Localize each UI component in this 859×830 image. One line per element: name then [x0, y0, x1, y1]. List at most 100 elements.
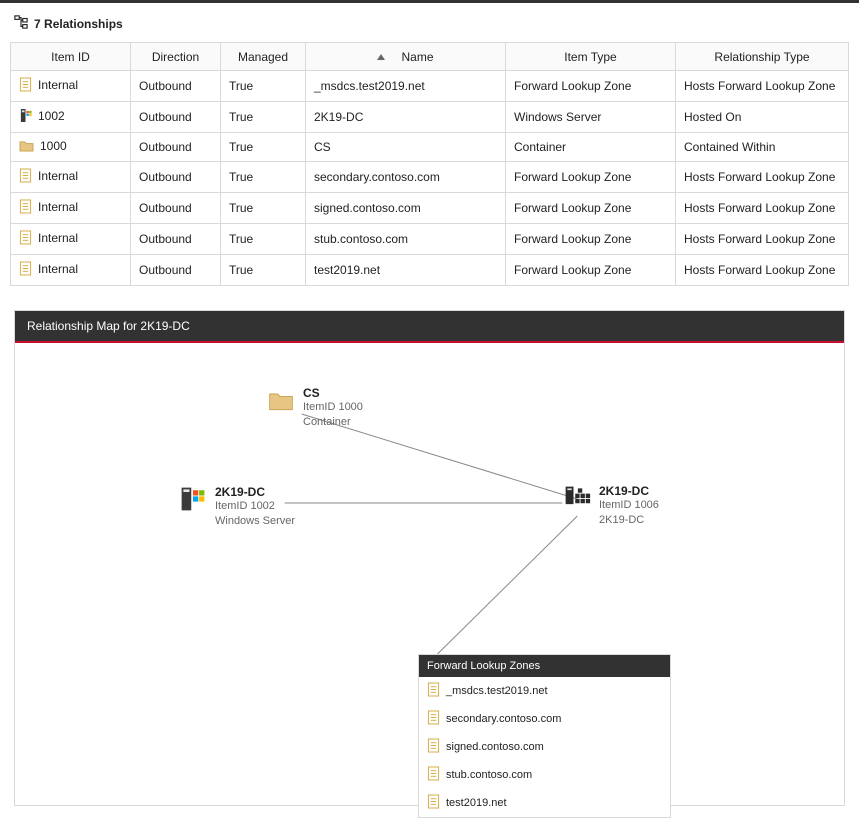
cell-item-id: Internal [38, 262, 78, 276]
folder-icon [19, 139, 34, 155]
flz-item[interactable]: stub.contoso.com [419, 761, 670, 789]
sort-asc-icon [377, 54, 385, 60]
document-icon [427, 682, 440, 700]
windows-server-icon [179, 485, 207, 513]
document-icon [19, 261, 32, 279]
cell-relationship-type: Hosts Forward Lookup Zone [676, 193, 849, 224]
cell-relationship-type: Hosted On [676, 102, 849, 133]
node-cs-title: CS [303, 386, 363, 400]
col-item-id[interactable]: Item ID [11, 43, 131, 71]
flz-item[interactable]: _msdcs.test2019.net [419, 677, 670, 705]
node-server[interactable]: 2K19-DC ItemID 1002 Windows Server [179, 485, 295, 529]
table-row[interactable]: Internal OutboundTruesigned.contoso.comFo… [11, 193, 849, 224]
table-row[interactable]: Internal OutboundTruesecondary.contoso.co… [11, 162, 849, 193]
document-icon [19, 168, 32, 186]
cell-relationship-type: Hosts Forward Lookup Zone [676, 224, 849, 255]
cell-relationship-type: Hosts Forward Lookup Zone [676, 71, 849, 102]
node-center-line2: 2K19-DC [599, 513, 659, 528]
cell-direction: Outbound [131, 224, 221, 255]
node-center-line1: ItemID 1006 [599, 498, 659, 513]
flz-item[interactable]: secondary.contoso.com [419, 705, 670, 733]
document-icon [427, 738, 440, 756]
relationship-map-panel: Relationship Map for 2K19-DC CS ItemID 1… [14, 310, 845, 806]
cell-item-type: Forward Lookup Zone [506, 71, 676, 102]
relationship-map-title: Relationship Map for 2K19-DC [15, 311, 844, 343]
cell-direction: Outbound [131, 255, 221, 286]
cell-relationship-type: Contained Within [676, 133, 849, 162]
server-icon [19, 108, 32, 126]
node-server-line1: ItemID 1002 [215, 499, 295, 514]
node-cs[interactable]: CS ItemID 1000 Container [267, 386, 363, 430]
cell-item-id: 1002 [38, 109, 65, 123]
cell-item-type: Forward Lookup Zone [506, 193, 676, 224]
node-cs-line2: Container [303, 415, 363, 430]
document-icon [19, 230, 32, 248]
node-cs-line1: ItemID 1000 [303, 400, 363, 415]
cell-item-id: Internal [38, 169, 78, 183]
cell-item-type: Forward Lookup Zone [506, 255, 676, 286]
document-icon [19, 77, 32, 95]
cell-name: signed.contoso.com [306, 193, 506, 224]
col-relationship-type[interactable]: Relationship Type [676, 43, 849, 71]
server-group-icon [563, 484, 591, 512]
folder-icon [267, 386, 295, 414]
cell-name: secondary.contoso.com [306, 162, 506, 193]
node-server-title: 2K19-DC [215, 485, 295, 499]
document-icon [427, 794, 440, 812]
table-row[interactable]: Internal OutboundTruetest2019.netForward … [11, 255, 849, 286]
cell-name: test2019.net [306, 255, 506, 286]
cell-relationship-type: Hosts Forward Lookup Zone [676, 162, 849, 193]
table-row[interactable]: 1000 OutboundTrueCSContainerContained Wit… [11, 133, 849, 162]
cell-name: stub.contoso.com [306, 224, 506, 255]
cell-managed: True [221, 224, 306, 255]
node-server-line2: Windows Server [215, 514, 295, 529]
cell-direction: Outbound [131, 193, 221, 224]
flz-item[interactable]: signed.contoso.com [419, 733, 670, 761]
relationships-title: Relationships [44, 17, 123, 31]
cell-item-id: 1000 [40, 139, 67, 153]
col-direction[interactable]: Direction [131, 43, 221, 71]
flz-item-label: _msdcs.test2019.net [446, 685, 548, 697]
cell-item-type: Container [506, 133, 676, 162]
relationships-icon [14, 15, 28, 32]
cell-managed: True [221, 71, 306, 102]
relationships-table: Item ID Direction Managed Name Item Type… [10, 42, 849, 286]
relationships-header: 7 Relationships [0, 11, 859, 42]
cell-direction: Outbound [131, 162, 221, 193]
relationship-map-canvas: CS ItemID 1000 Container [15, 343, 844, 805]
document-icon [19, 199, 32, 217]
cell-managed: True [221, 133, 306, 162]
cell-name: CS [306, 133, 506, 162]
flz-title: Forward Lookup Zones [419, 655, 670, 677]
col-item-type[interactable]: Item Type [506, 43, 676, 71]
document-icon [427, 710, 440, 728]
flz-item-label: signed.contoso.com [446, 741, 544, 753]
cell-relationship-type: Hosts Forward Lookup Zone [676, 255, 849, 286]
col-managed[interactable]: Managed [221, 43, 306, 71]
document-icon [427, 766, 440, 784]
relationships-count: 7 [34, 17, 41, 31]
table-row[interactable]: 1002OutboundTrue2K19-DCWindows ServerHos… [11, 102, 849, 133]
cell-item-type: Windows Server [506, 102, 676, 133]
table-row[interactable]: InternalOutboundTruestub.contoso.comForw… [11, 224, 849, 255]
cell-managed: True [221, 162, 306, 193]
cell-direction: Outbound [131, 102, 221, 133]
col-name[interactable]: Name [306, 43, 506, 71]
cell-item-id: Internal [38, 78, 78, 92]
cell-name: _msdcs.test2019.net [306, 71, 506, 102]
forward-lookup-zones-box: Forward Lookup Zones _msdcs.test2019.net… [418, 654, 671, 818]
cell-direction: Outbound [131, 133, 221, 162]
node-center-title: 2K19-DC [599, 484, 659, 498]
cell-name: 2K19-DC [306, 102, 506, 133]
cell-managed: True [221, 193, 306, 224]
cell-item-id: Internal [38, 200, 78, 214]
flz-item-label: test2019.net [446, 797, 507, 809]
cell-managed: True [221, 255, 306, 286]
node-center[interactable]: 2K19-DC ItemID 1006 2K19-DC [563, 484, 659, 528]
cell-item-type: Forward Lookup Zone [506, 162, 676, 193]
cell-item-id: Internal [38, 231, 78, 245]
table-row[interactable]: Internal OutboundTrue_msdcs.test2019.netF… [11, 71, 849, 102]
flz-item-label: stub.contoso.com [446, 769, 532, 781]
flz-item[interactable]: test2019.net [419, 789, 670, 817]
cell-direction: Outbound [131, 71, 221, 102]
